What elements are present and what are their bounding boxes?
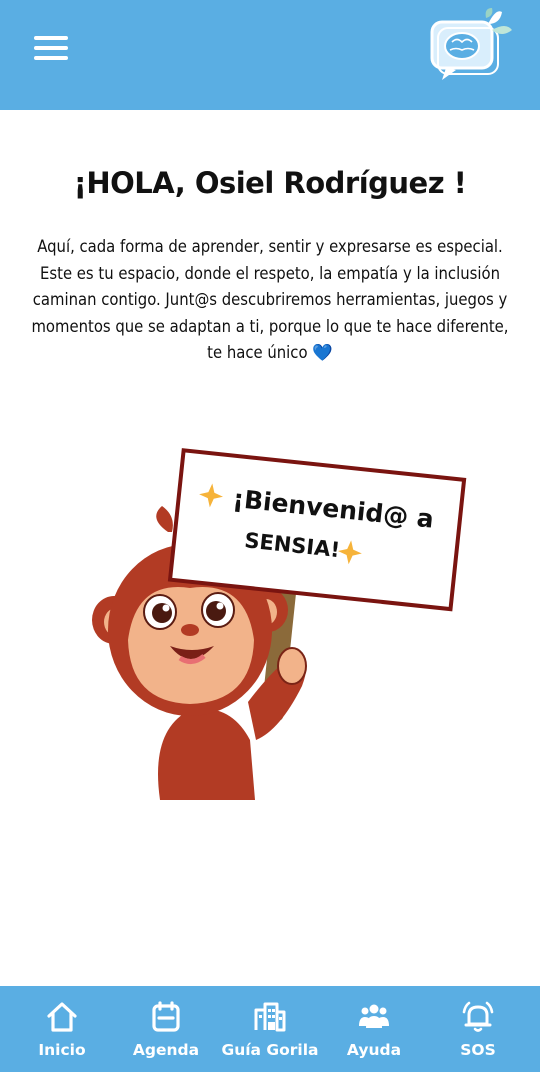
bottom-navigation-bar: Inicio Agenda Guía Gorila Ayuda SOS [0,986,540,1072]
nav-label: Inicio [38,1041,86,1059]
greeting-title: ¡HOLA, Osiel Rodríguez ! [73,166,467,200]
nav-label: Ayuda [346,1041,402,1059]
intro-paragraph: Aquí, cada forma de aprender, sentir y e… [26,234,514,367]
nav-item-guia-gorila[interactable]: Guía Gorila [218,986,322,1072]
top-app-bar [0,0,540,110]
monkey-welcome-sign-illustration: ¡Bienvenid@ a SENSIA! [92,448,467,800]
intro-text: Aquí, cada forma de aprender, sentir y e… [31,237,509,362]
alarm-bell-icon [462,1001,494,1032]
nav-item-sos[interactable]: SOS [426,986,530,1072]
nav-item-inicio[interactable]: Inicio [10,986,114,1072]
hamburger-menu-icon[interactable] [34,34,68,62]
building-icon [254,1002,286,1032]
brain-chat-logo-icon [430,8,512,80]
home-icon [47,1002,77,1032]
people-icon [359,1004,389,1028]
calendar-icon [152,1001,180,1032]
nav-label: Agenda [132,1041,200,1059]
nav-item-agenda[interactable]: Agenda [114,986,218,1072]
nav-item-ayuda[interactable]: Ayuda [322,986,426,1072]
nav-label: Guía Gorila [221,1041,319,1059]
blue-heart-emoji: 💙 [312,343,333,362]
nav-label: SOS [460,1041,496,1059]
